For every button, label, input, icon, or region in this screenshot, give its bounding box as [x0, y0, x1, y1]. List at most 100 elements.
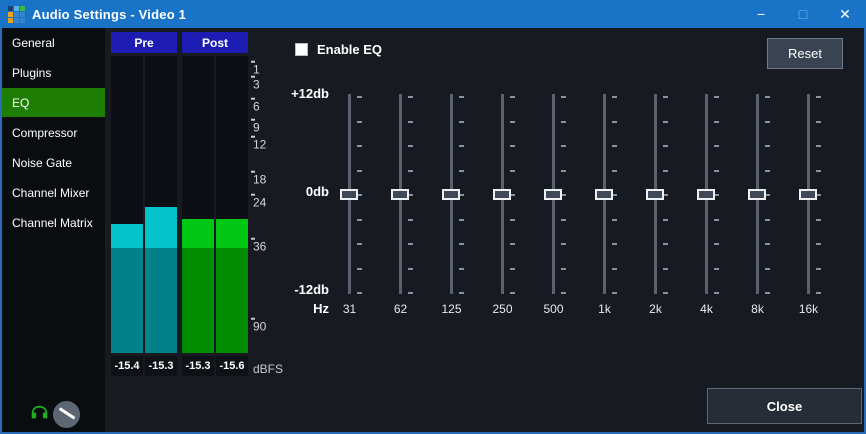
eq-band-freq-label-1k: 1k: [579, 302, 630, 316]
logo-square: [14, 6, 19, 11]
eq-gain-tick: [561, 268, 566, 270]
window-title: Audio Settings - Video 1: [32, 7, 186, 22]
headphone-volume-knob[interactable]: [53, 401, 80, 428]
eq-gain-tick: [561, 292, 566, 294]
eq-gain-tick: [765, 268, 770, 270]
meter-scale-tick-1: 1: [251, 61, 260, 77]
logo-square: [14, 12, 19, 17]
eq-frequency-labels: 31621252505001k2k4k8k16k: [324, 302, 834, 316]
eq-band-16k: [783, 94, 834, 294]
eq-slider-thumb-2k[interactable]: [646, 189, 664, 200]
tick-number: 1: [253, 64, 260, 77]
meter-values: -15.3-15.6: [182, 356, 248, 376]
sidebar-item-eq[interactable]: EQ: [2, 88, 105, 117]
close-button[interactable]: Close: [707, 388, 862, 424]
eq-gain-tick: [459, 96, 464, 98]
eq-gain-tick: [714, 243, 719, 245]
eq-gain-tick: [714, 121, 719, 123]
eq-band-freq-label-62: 62: [375, 302, 426, 316]
tick-number: 6: [253, 101, 260, 114]
eq-gain-tick: [663, 268, 668, 270]
eq-band-500: [528, 94, 579, 294]
logo-square: [14, 18, 19, 23]
meter-bright-segment: [216, 219, 248, 248]
sidebar-item-compressor[interactable]: Compressor: [2, 118, 105, 147]
eq-slider-thumb-31[interactable]: [340, 189, 358, 200]
meter-db-scale: 13691218243690: [250, 56, 286, 353]
eq-slider-thumb-16k[interactable]: [799, 189, 817, 200]
meter-bar-pre-1: [111, 56, 143, 353]
eq-slider-thumb-1k[interactable]: [595, 189, 613, 200]
eq-gain-tick: [816, 121, 821, 123]
eq-gain-tick: [357, 243, 362, 245]
eq-gain-tick: [510, 96, 515, 98]
meter-scale-tick-36: 36: [251, 238, 266, 254]
eq-band-freq-label-2k: 2k: [630, 302, 681, 316]
eq-band-freq-label-8k: 8k: [732, 302, 783, 316]
logo-square: [8, 12, 13, 17]
maximize-button: □: [782, 0, 824, 28]
eq-gain-tick: [408, 170, 413, 172]
meter-scale-tick-12: 12: [251, 136, 266, 152]
eq-gain-tick: [612, 292, 617, 294]
enable-eq-label: Enable EQ: [317, 42, 382, 57]
vmix-logo-icon: [8, 6, 25, 23]
eq-gain-tick: [459, 121, 464, 123]
meter-dim-segment: [145, 248, 177, 353]
eq-band-62: [375, 94, 426, 294]
sidebar-item-channel-mixer[interactable]: Channel Mixer: [2, 178, 105, 207]
eq-slider-thumb-4k[interactable]: [697, 189, 715, 200]
meter-bar-post-2: [216, 56, 248, 353]
meter-value-post-1: -15.3: [182, 356, 214, 376]
eq-band-31: [324, 94, 375, 294]
meter-value-pre-1: -15.4: [111, 356, 143, 376]
eq-gain-tick: [663, 96, 668, 98]
eq-gain-tick: [408, 121, 413, 123]
eq-gain-tick: [510, 145, 515, 147]
reset-button[interactable]: Reset: [767, 38, 843, 69]
eq-slider-thumb-125[interactable]: [442, 189, 460, 200]
window-controls: − □ ✕: [740, 0, 866, 28]
close-window-button[interactable]: ✕: [824, 0, 866, 28]
eq-gain-tick: [561, 96, 566, 98]
tick-number: 36: [253, 241, 266, 254]
eq-gain-tick: [561, 145, 566, 147]
eq-band-freq-label-250: 250: [477, 302, 528, 316]
meter-group-post: Post-15.3-15.6: [182, 32, 248, 376]
meter-group-pre: Pre-15.4-15.3: [111, 32, 177, 376]
meter-scale-tick-6: 6: [251, 98, 260, 114]
eq-panel: Enable EQ Reset +12db 0db -12db Hz 31621…: [286, 28, 864, 432]
eq-gain-tick: [510, 268, 515, 270]
eq-gain-tick: [357, 170, 362, 172]
eq-band-8k: [732, 94, 783, 294]
sidebar-item-general[interactable]: General: [2, 28, 105, 57]
eq-gain-tick: [765, 292, 770, 294]
titlebar[interactable]: Audio Settings - Video 1 − □ ✕: [0, 0, 866, 28]
eq-slider-thumb-62[interactable]: [391, 189, 409, 200]
eq-gain-tick: [816, 170, 821, 172]
sidebar-item-plugins[interactable]: Plugins: [2, 58, 105, 87]
sidebar-item-noise-gate[interactable]: Noise Gate: [2, 148, 105, 177]
eq-gain-tick: [816, 243, 821, 245]
enable-eq-checkbox[interactable]: [295, 43, 308, 56]
eq-scale-zero-label: 0db: [286, 184, 329, 200]
eq-slider-thumb-8k[interactable]: [748, 189, 766, 200]
eq-gain-tick: [408, 219, 413, 221]
eq-band-2k: [630, 94, 681, 294]
eq-slider-thumb-250[interactable]: [493, 189, 511, 200]
meter-scale-tick-90: 90: [251, 318, 266, 334]
eq-band-freq-label-31: 31: [324, 302, 375, 316]
minimize-button[interactable]: −: [740, 0, 782, 28]
headphones-icon[interactable]: [29, 403, 50, 424]
meter-value-pre-2: -15.3: [145, 356, 177, 376]
eq-gain-tick: [765, 96, 770, 98]
eq-gain-tick: [714, 219, 719, 221]
sidebar-item-channel-matrix[interactable]: Channel Matrix: [2, 208, 105, 237]
eq-band-1k: [579, 94, 630, 294]
enable-eq-row: Enable EQ: [295, 42, 382, 57]
eq-band-freq-label-500: 500: [528, 302, 579, 316]
eq-slider-thumb-500[interactable]: [544, 189, 562, 200]
eq-gain-tick: [408, 268, 413, 270]
eq-gain-tick: [408, 243, 413, 245]
meter-dim-segment: [182, 248, 214, 353]
